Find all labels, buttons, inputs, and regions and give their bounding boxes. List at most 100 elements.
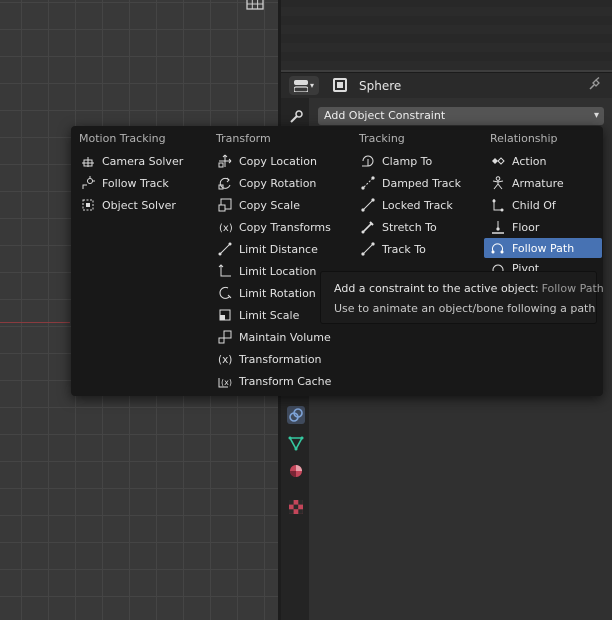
add-object-constraint-dropdown[interactable]: Add Object Constraint ▾ <box>318 107 604 125</box>
menu-item-floor[interactable]: Floor <box>484 216 602 238</box>
menu-item-label: Armature <box>512 176 564 190</box>
camera-solver-icon <box>80 153 96 169</box>
menu-item-transformation[interactable]: (x) Transformation <box>211 348 346 370</box>
menu-item-label: Floor <box>512 220 540 234</box>
follow-track-icon <box>80 175 96 191</box>
menu-item-label: Follow Path <box>512 241 575 255</box>
menu-item-label: Transformation <box>239 352 322 366</box>
menu-item-label: Track To <box>382 242 426 256</box>
object-solver-icon <box>80 197 96 213</box>
mesh-data-icon[interactable] <box>287 434 305 452</box>
menu-item-copy-transforms[interactable]: (x) Copy Transforms <box>211 216 346 238</box>
clamp-to-icon <box>360 153 376 169</box>
menu-item-stretch-to[interactable]: Stretch To <box>354 216 479 238</box>
svg-text:(x): (x) <box>219 223 232 234</box>
pin-icon[interactable] <box>588 77 602 95</box>
limit-location-icon <box>217 263 233 279</box>
menu-item-label: Locked Track <box>382 198 453 212</box>
menu-item-label: Copy Rotation <box>239 176 317 190</box>
chevron-down-icon: ▾ <box>593 110 599 121</box>
tooltip: Add a constraint to the active object: Fo… <box>320 271 604 324</box>
limit-scale-icon <box>217 307 233 323</box>
menu-item-maintain-volume[interactable]: Maintain Volume <box>211 326 346 348</box>
tooltip-detail: Use to animate an object/bone following … <box>334 302 596 315</box>
svg-text:(x): (x) <box>221 378 232 387</box>
menu-item-label: Child Of <box>512 198 556 212</box>
menu-item-label: Limit Distance <box>239 242 318 256</box>
menu-item-label: Transform Cache <box>239 374 332 388</box>
floor-icon <box>490 219 506 235</box>
menu-item-label: Object Solver <box>102 198 176 212</box>
menu-item-camera-solver[interactable]: Camera Solver <box>74 150 204 172</box>
menu-item-label: Copy Transforms <box>239 220 331 234</box>
menu-item-copy-scale[interactable]: Copy Scale <box>211 194 346 216</box>
menu-item-label: Stretch To <box>382 220 437 234</box>
column-header-motion-tracking: Motion Tracking <box>79 132 166 145</box>
track-to-icon <box>360 241 376 257</box>
menu-item-copy-location[interactable]: Copy Location <box>211 150 346 172</box>
menu-item-object-solver[interactable]: Object Solver <box>74 194 204 216</box>
damped-track-icon <box>360 175 376 191</box>
limit-rotation-icon <box>217 285 233 301</box>
editor-type-button[interactable]: ▾ <box>289 76 319 95</box>
column-header-tracking: Tracking <box>359 132 405 145</box>
menu-item-armature[interactable]: Armature <box>484 172 602 194</box>
x-axis-line <box>0 322 70 323</box>
add-constraint-menu: Motion Tracking Camera Solver Follow Tra… <box>71 126 603 396</box>
copy-scale-icon <box>217 197 233 213</box>
maintain-volume-icon <box>217 329 233 345</box>
menu-item-follow-track[interactable]: Follow Track <box>74 172 204 194</box>
menu-item-child-of[interactable]: Child Of <box>484 194 602 216</box>
tooltip-description: Add a constraint to the active object: <box>334 282 539 295</box>
material-icon[interactable] <box>287 462 305 480</box>
column-header-transform: Transform <box>216 132 271 145</box>
menu-item-label: Clamp To <box>382 154 433 168</box>
menu-item-damped-track[interactable]: Damped Track <box>354 172 479 194</box>
menu-item-label: Action <box>512 154 547 168</box>
follow-path-icon <box>490 240 506 256</box>
add-object-constraint-label: Add Object Constraint <box>324 109 446 122</box>
action-icon <box>490 153 506 169</box>
grid-view-icon[interactable] <box>244 0 266 14</box>
tooltip-title: Add a constraint to the active object: Fo… <box>334 282 604 295</box>
locked-track-icon <box>360 197 376 213</box>
chevron-down-icon: ▾ <box>309 81 314 90</box>
menu-item-label: Limit Location <box>239 264 317 278</box>
menu-item-action[interactable]: Action <box>484 150 602 172</box>
armature-icon <box>490 175 506 191</box>
outliner-area[interactable] <box>281 0 612 70</box>
menu-item-label: Damped Track <box>382 176 461 190</box>
menu-item-label: Follow Track <box>102 176 169 190</box>
copy-rotation-icon <box>217 175 233 191</box>
stretch-to-icon <box>360 219 376 235</box>
menu-item-label: Maintain Volume <box>239 330 331 344</box>
menu-item-limit-distance[interactable]: Limit Distance <box>211 238 346 260</box>
menu-item-clamp-to[interactable]: Clamp To <box>354 150 479 172</box>
wrench-icon[interactable] <box>287 108 305 126</box>
transformation-icon: (x) <box>217 351 233 367</box>
properties-editor-icon <box>293 79 308 92</box>
copy-location-icon <box>217 153 233 169</box>
menu-item-label: Camera Solver <box>102 154 184 168</box>
column-header-relationship: Relationship <box>490 132 558 145</box>
child-of-icon <box>490 197 506 213</box>
limit-distance-icon <box>217 241 233 257</box>
copy-transforms-icon: (x) <box>217 219 233 235</box>
object-name: Sphere <box>359 79 402 93</box>
menu-item-label: Copy Location <box>239 154 317 168</box>
menu-item-locked-track[interactable]: Locked Track <box>354 194 479 216</box>
transform-cache-icon: (x) <box>217 373 233 389</box>
constraint-icon[interactable] <box>287 406 305 424</box>
menu-item-label: Limit Rotation <box>239 286 316 300</box>
menu-item-transform-cache[interactable]: (x) Transform Cache <box>211 370 346 392</box>
menu-item-track-to[interactable]: Track To <box>354 238 479 260</box>
properties-header: ▾ Sphere <box>281 72 612 99</box>
menu-item-label: Limit Scale <box>239 308 300 322</box>
tooltip-python: Follow Path <box>541 282 604 295</box>
svg-text:(x): (x) <box>218 354 232 366</box>
menu-item-label: Copy Scale <box>239 198 300 212</box>
object-icon <box>333 78 347 92</box>
menu-item-follow-path[interactable]: Follow Path <box>484 238 602 258</box>
menu-item-copy-rotation[interactable]: Copy Rotation <box>211 172 346 194</box>
texture-icon[interactable] <box>287 498 305 516</box>
